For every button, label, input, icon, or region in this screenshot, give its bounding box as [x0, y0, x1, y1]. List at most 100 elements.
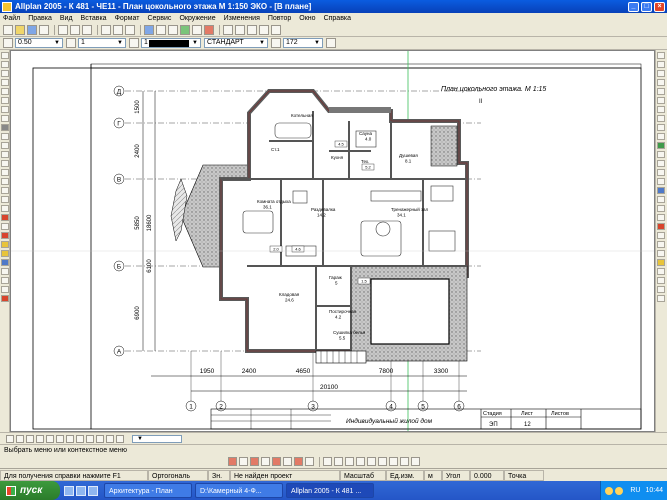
trim-icon[interactable] [1, 196, 9, 203]
select-icon[interactable] [1, 52, 9, 59]
start-button[interactable]: пуск [0, 481, 60, 500]
snap-icon[interactable] [657, 97, 665, 104]
grid-icon[interactable] [657, 106, 665, 113]
endpoint-icon[interactable] [239, 457, 248, 466]
perpendicular-icon[interactable] [272, 457, 281, 466]
text-icon[interactable] [1, 106, 9, 113]
cut-icon[interactable] [58, 25, 68, 35]
properties-icon[interactable] [326, 38, 336, 48]
plan-view-icon[interactable] [86, 434, 94, 443]
stair-icon[interactable] [1, 250, 9, 257]
close-button[interactable]: × [654, 1, 665, 12]
copy-icon[interactable] [1, 160, 9, 167]
new-file-icon[interactable] [3, 25, 13, 35]
save-icon[interactable] [27, 25, 37, 35]
3d-icon[interactable] [657, 178, 665, 185]
line-type-icon[interactable] [66, 38, 76, 48]
show-desktop-icon[interactable] [64, 485, 74, 496]
cad-tools-icon[interactable] [657, 88, 665, 95]
floor-plan-drawing[interactable]: ДГВБА 123456 КотельнаяСт.1КухняСауна4.0Т… [11, 51, 655, 432]
offset-icon[interactable] [1, 142, 9, 149]
measure-icon[interactable] [657, 124, 665, 131]
circle-icon[interactable] [1, 88, 9, 95]
zoom-window-icon[interactable] [156, 25, 166, 35]
animation-icon[interactable] [192, 25, 202, 35]
menu-tools[interactable]: Сервис [147, 15, 171, 22]
scale-select[interactable]: 172 ▼ [283, 38, 323, 48]
mirror-icon[interactable] [1, 151, 9, 158]
browser-icon[interactable] [76, 485, 86, 496]
layer-select[interactable]: СТАНДАРТ ▼ [204, 38, 268, 48]
view-scale-select[interactable]: ▼ [132, 434, 182, 443]
color-icon[interactable] [129, 38, 139, 48]
slab-icon[interactable] [1, 277, 9, 284]
midpoint-icon[interactable] [250, 457, 259, 466]
pen-icon[interactable] [3, 38, 13, 48]
menu-repeat[interactable]: Повтор [268, 15, 291, 22]
line-icon[interactable] [1, 61, 9, 68]
taskbar-item-folder[interactable]: D:\Камерный 4-Ф... [195, 483, 283, 498]
title-bar[interactable]: Allplan 2005 - К 481 - ЧЕ11 - План цокол… [0, 0, 667, 13]
text-icon[interactable] [259, 25, 269, 35]
move-icon[interactable] [1, 169, 9, 176]
color-select[interactable]: 1 ▼ [141, 38, 201, 48]
print-preview-icon[interactable] [657, 79, 665, 86]
room-icon[interactable] [1, 259, 9, 266]
red-tool-icon[interactable] [657, 223, 665, 230]
center-icon[interactable] [294, 457, 303, 466]
pen-thickness-select[interactable]: 0.50 ▼ [15, 38, 63, 48]
render-icon[interactable] [657, 142, 665, 149]
arc-icon[interactable] [1, 97, 9, 104]
roof-icon[interactable] [1, 286, 9, 293]
print-icon[interactable] [39, 25, 49, 35]
nearest-icon[interactable] [305, 457, 314, 466]
global-icon[interactable] [389, 457, 398, 466]
zoom-window-icon[interactable] [26, 434, 34, 443]
menu-environment[interactable]: Окружение [179, 15, 215, 22]
scale-icon[interactable] [1, 187, 9, 194]
delete-icon[interactable] [125, 25, 135, 35]
taskbar-item-allplan[interactable]: Allplan 2005 - К 481 ... [286, 483, 374, 498]
tangent-icon[interactable] [283, 457, 292, 466]
layer-icon[interactable] [657, 52, 665, 59]
relative-icon[interactable] [378, 457, 387, 466]
delta-x-icon[interactable] [323, 457, 332, 466]
wall-icon[interactable] [1, 223, 9, 230]
section-icon[interactable] [1, 295, 9, 302]
zoom-in-icon[interactable] [657, 205, 665, 212]
pen-red-icon[interactable] [1, 214, 9, 221]
view-back-icon[interactable] [56, 434, 64, 443]
menu-insert[interactable]: Вставка [81, 15, 107, 22]
ortho-icon[interactable] [657, 115, 665, 122]
extend-icon[interactable] [1, 205, 9, 212]
menu-file[interactable]: Файл [3, 15, 20, 22]
open-icon[interactable] [15, 25, 25, 35]
view-icon[interactable] [657, 151, 665, 158]
dimension-icon[interactable] [1, 115, 9, 122]
track-icon[interactable] [400, 457, 409, 466]
menu-view[interactable]: Вид [60, 15, 73, 22]
redo-icon[interactable] [113, 25, 123, 35]
tray-network-icon[interactable] [605, 486, 614, 495]
maximize-button[interactable]: □ [641, 1, 652, 12]
layer-visibility-icon[interactable] [657, 61, 665, 68]
object-icon[interactable] [657, 277, 665, 284]
report-icon[interactable] [657, 241, 665, 248]
allplan-app-icon[interactable] [2, 1, 12, 12]
regenerate-icon[interactable] [168, 25, 178, 35]
pan-icon[interactable] [657, 196, 665, 203]
redraw-icon[interactable] [46, 434, 54, 443]
scale-icon[interactable] [271, 38, 281, 48]
side-view-icon[interactable] [106, 434, 114, 443]
minimize-button[interactable]: _ [628, 1, 639, 12]
menu-window[interactable]: Окно [299, 15, 315, 22]
list-icon[interactable] [657, 232, 665, 239]
taskbar-item-architecture[interactable]: Архитектура - План [104, 483, 192, 498]
menu-edit[interactable]: Правка [28, 15, 52, 22]
copy-icon[interactable] [70, 25, 80, 35]
layer-lock-icon[interactable] [657, 70, 665, 77]
point-snap-icon[interactable] [228, 457, 237, 466]
delta-y-icon[interactable] [334, 457, 343, 466]
highlight-icon[interactable] [657, 259, 665, 266]
pen-icon[interactable] [223, 25, 233, 35]
